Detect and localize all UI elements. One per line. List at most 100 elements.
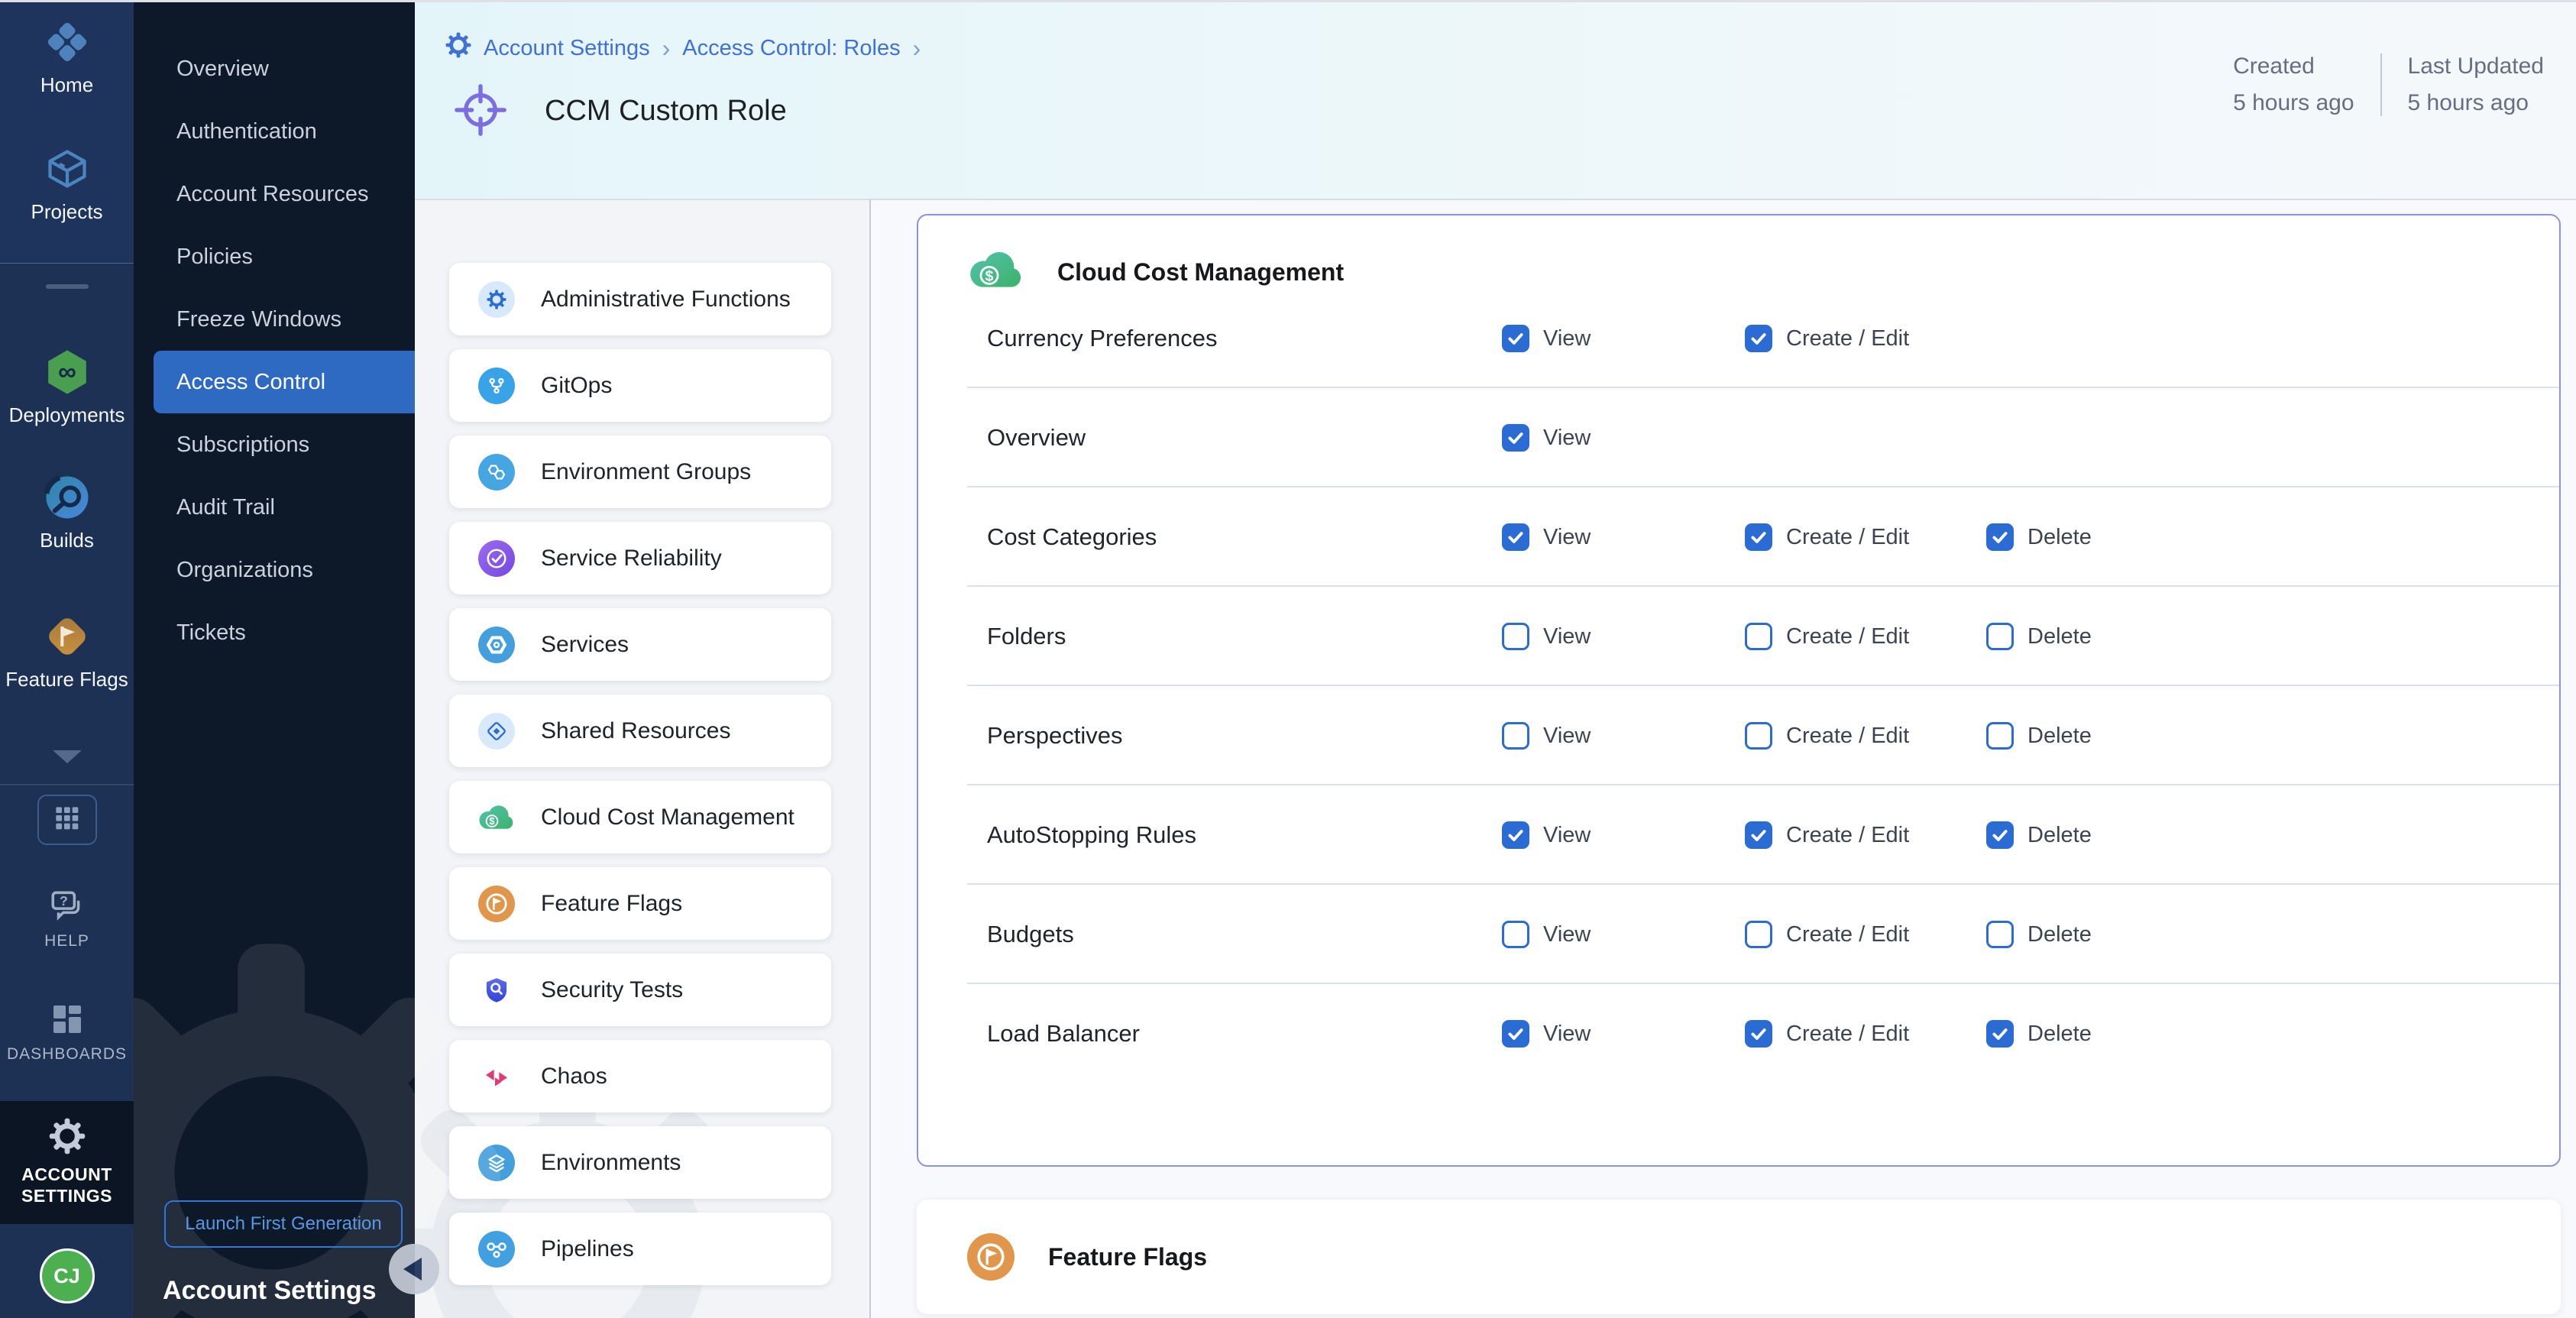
breadcrumb-access-control-roles[interactable]: Access Control: Roles bbox=[682, 36, 900, 61]
nav-item-organizations[interactable]: Organizations bbox=[134, 539, 415, 601]
nav-item-subscriptions[interactable]: Subscriptions bbox=[134, 413, 415, 476]
view-permission-checkbox[interactable]: View bbox=[1502, 623, 1591, 650]
checkbox-checked[interactable] bbox=[1745, 1020, 1772, 1048]
sidebar-item-label: Builds bbox=[0, 529, 134, 552]
nav-item-account-resources[interactable]: Account Resources bbox=[134, 163, 415, 225]
create-permission-checkbox[interactable]: Create / Edit bbox=[1745, 821, 1909, 849]
view-permission-checkbox[interactable]: View bbox=[1502, 821, 1591, 849]
checkbox-checked[interactable] bbox=[1502, 1020, 1529, 1048]
module-rail: Home Projects ∞Deployments Builds Feature Fl… bbox=[0, 0, 134, 1318]
checkbox-checked[interactable] bbox=[1502, 424, 1529, 452]
checkbox-unchecked[interactable] bbox=[1502, 623, 1529, 650]
module-card-label: Cloud Cost Management bbox=[541, 805, 794, 831]
sidebar-item-account-settings[interactable]: ACCOUNT SETTINGS bbox=[0, 1101, 134, 1224]
create-permission-checkbox[interactable]: Create / Edit bbox=[1745, 523, 1909, 551]
checkbox-unchecked[interactable] bbox=[1502, 921, 1529, 948]
module-card-cloud-cost-management[interactable]: $Cloud Cost Management bbox=[449, 781, 831, 853]
checkbox-unchecked[interactable] bbox=[1502, 722, 1529, 750]
sidebar-item-help[interactable]: ? HELP bbox=[0, 886, 134, 950]
launch-first-generation-button[interactable]: Launch First Generation bbox=[164, 1200, 403, 1248]
nav-item-tickets[interactable]: Tickets bbox=[134, 601, 415, 664]
module-card-shared-resources[interactable]: Shared Resources bbox=[449, 695, 831, 767]
checkbox-unchecked[interactable] bbox=[1986, 623, 2014, 650]
checkbox-checked[interactable] bbox=[1986, 1020, 2014, 1048]
sidebar-item-home[interactable]: Home bbox=[0, 18, 134, 97]
view-permission-checkbox[interactable]: View bbox=[1502, 921, 1591, 948]
sidebar-item-feature-flags[interactable]: Feature Flags bbox=[0, 613, 134, 691]
help-icon: ? bbox=[0, 886, 134, 926]
create-permission-checkbox[interactable]: Create / Edit bbox=[1745, 623, 1909, 650]
delete-permission-checkbox[interactable]: Delete bbox=[1986, 722, 2092, 750]
create-permission-checkbox[interactable]: Create / Edit bbox=[1745, 325, 1909, 352]
checkbox-unchecked[interactable] bbox=[1745, 921, 1772, 948]
module-card-gitops[interactable]: GitOps bbox=[449, 349, 831, 422]
svg-text:∞: ∞ bbox=[58, 358, 76, 387]
admin-gear-icon bbox=[478, 281, 515, 318]
chevron-down-icon[interactable] bbox=[53, 750, 82, 763]
module-card-chaos[interactable]: Chaos bbox=[449, 1040, 831, 1112]
checkbox-unchecked[interactable] bbox=[1986, 921, 2014, 948]
view-permission-checkbox[interactable]: View bbox=[1502, 424, 1591, 452]
created-block: Created 5 hours ago bbox=[2207, 53, 2380, 116]
sidebar-item-deployments[interactable]: ∞Deployments bbox=[0, 348, 134, 427]
delete-permission-checkbox[interactable]: Delete bbox=[1986, 1020, 2092, 1048]
nav-item-overview[interactable]: Overview bbox=[134, 37, 415, 100]
sidebar-item-builds[interactable]: Builds bbox=[0, 474, 134, 552]
checkbox-checked[interactable] bbox=[1986, 821, 2014, 849]
checkbox-checked[interactable] bbox=[1745, 325, 1772, 352]
permission-row-folders: FoldersViewCreate / EditDelete bbox=[918, 587, 2559, 686]
view-permission-checkbox[interactable]: View bbox=[1502, 325, 1591, 352]
sidebar-item-projects[interactable]: Projects bbox=[0, 145, 134, 224]
panel-header: $ Cloud Cost Management bbox=[918, 215, 2559, 289]
nav-item-authentication[interactable]: Authentication bbox=[134, 100, 415, 163]
checkbox-label: Create / Edit bbox=[1786, 922, 1909, 947]
checkbox-label: Create / Edit bbox=[1786, 724, 1909, 749]
module-card-service-reliability[interactable]: Service Reliability bbox=[449, 522, 831, 594]
module-card-pipelines[interactable]: Pipelines bbox=[449, 1213, 831, 1285]
permission-row-label: AutoStopping Rules bbox=[987, 821, 1196, 849]
permission-row-label: Budgets bbox=[987, 921, 1074, 948]
checkbox-checked[interactable] bbox=[1745, 821, 1772, 849]
checkbox-checked[interactable] bbox=[1502, 821, 1529, 849]
module-card-environment-groups[interactable]: Environment Groups bbox=[449, 436, 831, 508]
view-permission-checkbox[interactable]: View bbox=[1502, 722, 1591, 750]
checkbox-checked[interactable] bbox=[1745, 523, 1772, 551]
sidebar-item-dashboards[interactable]: DASHBOARDS bbox=[0, 999, 134, 1064]
module-card-security-tests[interactable]: Security Tests bbox=[449, 954, 831, 1026]
checkbox-unchecked[interactable] bbox=[1745, 722, 1772, 750]
breadcrumb-account-settings[interactable]: Account Settings bbox=[484, 36, 650, 61]
checkbox-checked[interactable] bbox=[1986, 523, 2014, 551]
module-picker-button[interactable] bbox=[37, 795, 97, 845]
collapse-nav-button[interactable] bbox=[389, 1244, 439, 1294]
create-permission-checkbox[interactable]: Create / Edit bbox=[1745, 921, 1909, 948]
module-card-feature-flags[interactable]: Feature Flags bbox=[449, 867, 831, 940]
create-permission-checkbox[interactable]: Create / Edit bbox=[1745, 722, 1909, 750]
nav-item-access-control[interactable]: Access Control bbox=[154, 351, 415, 413]
module-card-services[interactable]: Services bbox=[449, 608, 831, 681]
settings-nav: OverviewAuthenticationAccount ResourcesP… bbox=[134, 0, 415, 1318]
home-icon bbox=[0, 18, 134, 66]
create-permission-checkbox[interactable]: Create / Edit bbox=[1745, 1020, 1909, 1048]
checkbox-label: Delete bbox=[2027, 1022, 2092, 1047]
delete-permission-checkbox[interactable]: Delete bbox=[1986, 623, 2092, 650]
checkbox-label: View bbox=[1543, 326, 1591, 351]
delete-permission-checkbox[interactable]: Delete bbox=[1986, 821, 2092, 849]
checkbox-checked[interactable] bbox=[1502, 523, 1529, 551]
last-updated-value: 5 hours ago bbox=[2408, 90, 2544, 116]
view-permission-checkbox[interactable]: View bbox=[1502, 1020, 1591, 1048]
nav-item-freeze-windows[interactable]: Freeze Windows bbox=[134, 288, 415, 351]
avatar[interactable]: CJ bbox=[40, 1248, 95, 1303]
module-card-environments[interactable]: Environments bbox=[449, 1126, 831, 1199]
view-permission-checkbox[interactable]: View bbox=[1502, 523, 1591, 551]
breadcrumb-separator: › bbox=[662, 34, 671, 63]
checkbox-checked[interactable] bbox=[1502, 325, 1529, 352]
checkbox-unchecked[interactable] bbox=[1986, 722, 2014, 750]
nav-item-audit-trail[interactable]: Audit Trail bbox=[134, 476, 415, 539]
last-updated-block: Last Updated 5 hours ago bbox=[2380, 53, 2570, 116]
checkbox-unchecked[interactable] bbox=[1745, 623, 1772, 650]
chaos-icon bbox=[478, 1058, 515, 1095]
module-card-administrative-functions[interactable]: Administrative Functions bbox=[449, 263, 831, 335]
delete-permission-checkbox[interactable]: Delete bbox=[1986, 523, 2092, 551]
nav-item-policies[interactable]: Policies bbox=[134, 225, 415, 288]
delete-permission-checkbox[interactable]: Delete bbox=[1986, 921, 2092, 948]
